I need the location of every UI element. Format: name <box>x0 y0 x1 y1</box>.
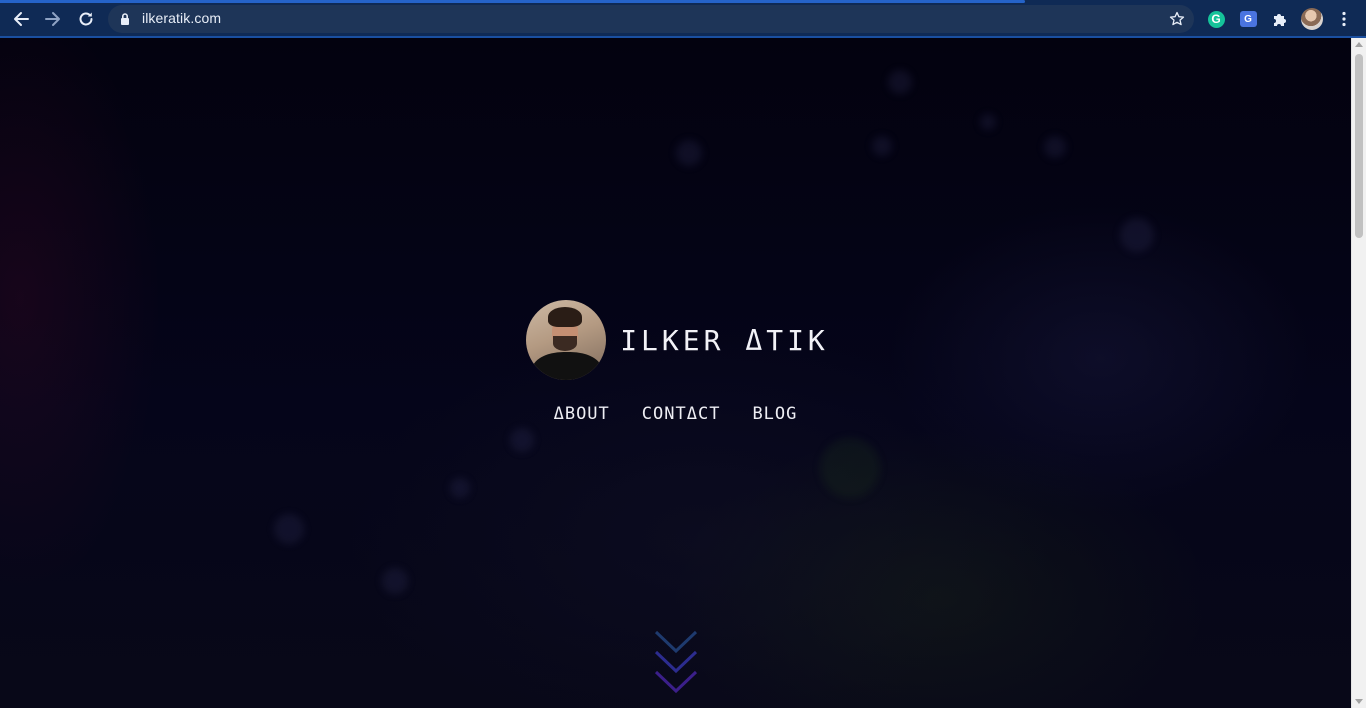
background-particle <box>820 438 880 498</box>
translate-letter: G <box>1244 13 1252 25</box>
main-nav: ΔBOUT CONTΔCT BLOG <box>554 404 798 424</box>
chevron-down-icon <box>654 630 698 694</box>
page-viewport: ILKER ΔTIK ΔBOUT CONTΔCT BLOG <box>0 38 1351 708</box>
bookmark-star-button[interactable] <box>1168 10 1186 28</box>
scroll-down-arrow-icon[interactable] <box>1355 699 1363 704</box>
browser-toolbar: ilkeratik.com G G <box>0 0 1366 38</box>
grammarly-icon: G <box>1207 10 1225 28</box>
lock-icon <box>121 13 129 25</box>
background-particle <box>382 568 408 594</box>
nav-link-about[interactable]: ΔBOUT <box>554 404 610 424</box>
profile-button[interactable] <box>1301 8 1323 30</box>
background-particle <box>510 428 534 452</box>
profile-header: ILKER ΔTIK <box>526 300 829 380</box>
nav-link-contact[interactable]: CONTΔCT <box>642 404 721 424</box>
puzzle-icon <box>1274 14 1286 26</box>
scroll-up-arrow-icon[interactable] <box>1355 42 1363 47</box>
site-title: ILKER ΔTIK <box>620 323 829 357</box>
extensions-button[interactable] <box>1270 9 1290 29</box>
translate-extension-button[interactable]: G <box>1238 9 1258 29</box>
background-particle <box>274 514 304 544</box>
background-particle <box>450 478 470 498</box>
kebab-menu-icon <box>1342 11 1346 27</box>
star-icon <box>1169 11 1185 26</box>
page-scrollbar[interactable] <box>1351 38 1366 708</box>
address-url[interactable]: ilkeratik.com <box>142 10 221 26</box>
background-particle <box>1120 218 1154 252</box>
background-particle <box>980 114 996 130</box>
browser-window: ilkeratik.com G G ILKER ΔTIK ΔBOUT CONTΔ… <box>0 0 1366 708</box>
address-bar[interactable]: ilkeratik.com <box>108 5 1194 33</box>
arrow-right-icon <box>45 12 60 26</box>
reload-icon <box>79 12 93 26</box>
avatar <box>1301 8 1323 30</box>
arrow-left-icon <box>14 12 29 26</box>
background-particle <box>888 70 912 94</box>
scrollbar-thumb[interactable] <box>1355 54 1363 238</box>
nav-link-blog[interactable]: BLOG <box>752 404 797 424</box>
background-particle <box>1044 136 1066 158</box>
back-button[interactable] <box>9 7 33 31</box>
background-particle <box>872 136 892 156</box>
hero-section: ILKER ΔTIK ΔBOUT CONTΔCT BLOG <box>0 300 1351 424</box>
browser-menu-button[interactable] <box>1334 9 1354 29</box>
profile-photo <box>526 300 607 380</box>
reload-button[interactable] <box>74 7 98 31</box>
forward-button[interactable] <box>41 7 65 31</box>
translate-icon: G <box>1239 11 1257 27</box>
background-particle <box>676 140 702 166</box>
scroll-down-button[interactable] <box>654 630 698 696</box>
grammarly-extension-button[interactable]: G <box>1206 9 1226 29</box>
grammarly-letter: G <box>1211 12 1221 26</box>
page-load-progress <box>0 0 1025 3</box>
